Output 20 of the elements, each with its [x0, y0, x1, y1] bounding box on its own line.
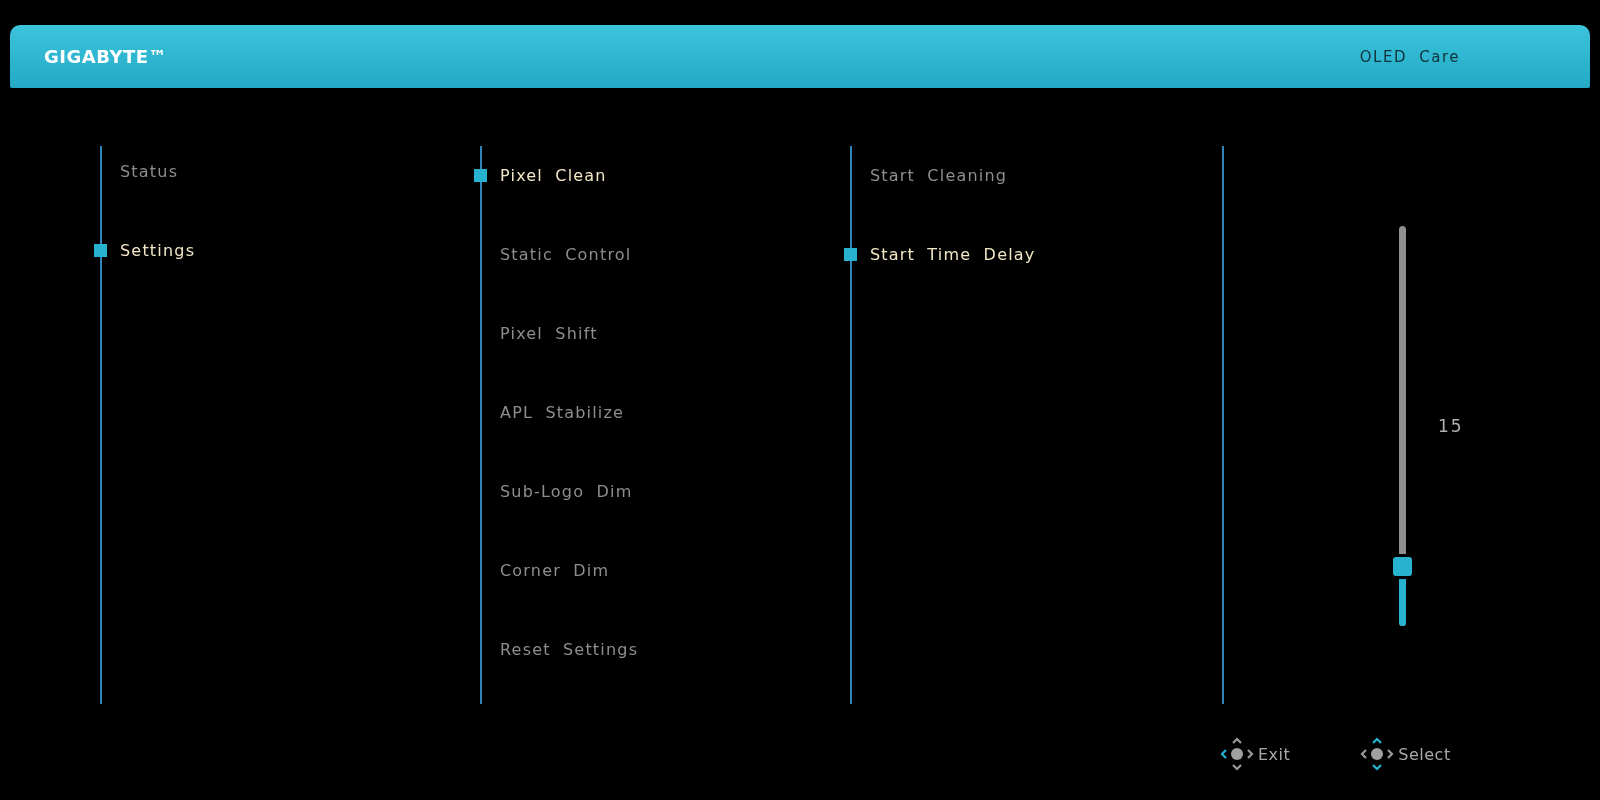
menu-item[interactable]: Sub-Logo Dim — [500, 481, 633, 501]
menu-item[interactable]: Start Time Delay — [870, 244, 1036, 264]
menu-item[interactable]: Start Cleaning — [870, 165, 1008, 185]
menu-item[interactable]: APL Stabilize — [500, 402, 625, 422]
page-title: OLED Care — [1359, 47, 1460, 66]
hint-label: Exit — [1258, 744, 1291, 764]
menu-item[interactable]: Pixel Shift — [500, 323, 598, 343]
joystick-icon — [1360, 737, 1395, 771]
brand-logo: GIGABYTE™ — [44, 46, 168, 67]
slider-thumb[interactable] — [1393, 557, 1412, 576]
slider-value: 15 — [1438, 416, 1464, 436]
vertical-slider[interactable] — [1393, 226, 1412, 626]
hint-label: Select — [1398, 744, 1451, 764]
menu-item[interactable]: Settings — [120, 240, 196, 260]
menu-item[interactable]: Reset Settings — [500, 639, 639, 659]
menu-item[interactable]: Static Control — [500, 244, 632, 264]
menu-item[interactable]: Pixel Clean — [500, 165, 607, 185]
menu-item[interactable]: Corner Dim — [500, 560, 610, 580]
menu-item[interactable]: Status — [120, 161, 179, 181]
joystick-icon — [1220, 737, 1254, 771]
